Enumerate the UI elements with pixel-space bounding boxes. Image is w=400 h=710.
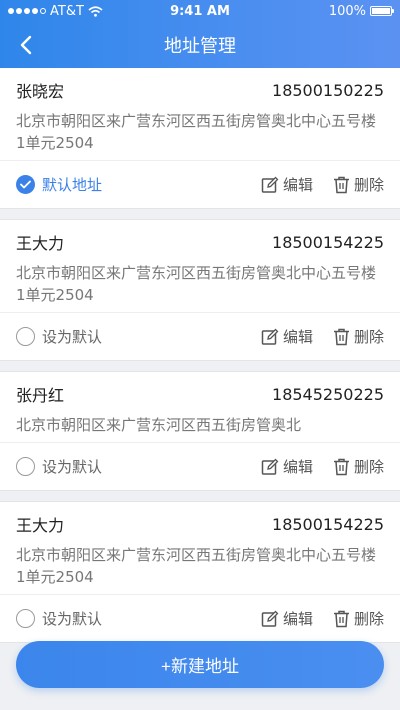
edit-label: 编辑: [282, 610, 313, 628]
delete-label: 删除: [353, 328, 384, 346]
address-text: 北京市朝阳区来广营东河区西五街房管奥北中心五号楼1单元2504: [16, 264, 377, 304]
delete-label: 删除: [353, 458, 384, 476]
contact-phone: 18500150225: [272, 80, 384, 100]
set-default-toggle[interactable]: 设为默认: [16, 326, 102, 347]
address-card: 王大力 18500154225 北京市朝阳区来广营东河区西五街房管奥北中心五号楼…: [0, 501, 400, 643]
address-text: 北京市朝阳区来广营东河区西五街房管奥北中心五号楼1单元2504: [16, 546, 377, 586]
default-label: 设为默认: [42, 458, 103, 476]
address-card: 王大力 18500154225 北京市朝阳区来广营东河区西五街房管奥北中心五号楼…: [0, 219, 400, 361]
radio-circle-icon: [16, 609, 35, 628]
address-card: 张晓宏 18500150225 北京市朝阳区来广营东河区西五街房管奥北中心五号楼…: [0, 68, 400, 209]
edit-icon: [261, 176, 279, 193]
edit-icon: [261, 458, 279, 475]
address-info[interactable]: 王大力 18500154225 北京市朝阳区来广营东河区西五街房管奥北中心五号楼…: [0, 502, 400, 594]
trash-icon: [333, 328, 349, 345]
nav-bar: 地址管理: [0, 22, 400, 68]
add-address-button[interactable]: +新建地址: [16, 641, 384, 688]
default-label: 设为默认: [42, 328, 103, 346]
edit-label: 编辑: [282, 458, 313, 476]
carrier-label: AT&T: [50, 3, 84, 19]
edit-icon: [261, 610, 279, 627]
wifi-icon: [88, 5, 103, 17]
contact-name: 张丹红: [16, 386, 65, 405]
address-info[interactable]: 张晓宏 18500150225 北京市朝阳区来广营东河区西五街房管奥北中心五号楼…: [0, 68, 400, 160]
edit-label: 编辑: [282, 328, 313, 346]
edit-icon: [261, 328, 279, 345]
edit-label: 编辑: [282, 176, 313, 194]
trash-icon: [333, 176, 349, 193]
header: AT&T 9:41 AM 100% 地址管理: [0, 0, 400, 68]
address-card: 张丹红 18545250225 北京市朝阳区来广营东河区西五街房管奥北 设为默认…: [0, 371, 400, 491]
status-left: AT&T: [8, 4, 103, 19]
contact-phone: 18545250225: [272, 384, 384, 404]
checkmark-circle-icon: [16, 175, 35, 194]
trash-icon: [333, 610, 349, 627]
edit-button[interactable]: 编辑: [261, 174, 313, 195]
default-address-toggle[interactable]: 默认地址: [16, 174, 102, 195]
address-text: 北京市朝阳区来广营东河区西五街房管奥北中心五号楼1单元2504: [16, 112, 377, 152]
delete-label: 删除: [353, 176, 384, 194]
contact-name: 王大力: [16, 234, 65, 253]
default-label: 默认地址: [42, 176, 103, 194]
status-right: 100%: [328, 3, 394, 19]
edit-button[interactable]: 编辑: [261, 456, 313, 477]
page-title: 地址管理: [164, 36, 236, 57]
default-label: 设为默认: [42, 610, 103, 628]
delete-button[interactable]: 删除: [333, 456, 384, 477]
set-default-toggle[interactable]: 设为默认: [16, 456, 102, 477]
contact-phone: 18500154225: [272, 514, 384, 534]
delete-button[interactable]: 删除: [333, 608, 384, 629]
back-button[interactable]: [12, 31, 40, 59]
edit-button[interactable]: 编辑: [261, 608, 313, 629]
address-list: 张晓宏 18500150225 北京市朝阳区来广营东河区西五街房管奥北中心五号楼…: [0, 68, 400, 653]
trash-icon: [333, 458, 349, 475]
address-info[interactable]: 张丹红 18545250225 北京市朝阳区来广营东河区西五街房管奥北: [0, 372, 400, 442]
radio-circle-icon: [16, 327, 35, 346]
set-default-toggle[interactable]: 设为默认: [16, 608, 102, 629]
signal-icon: [8, 8, 46, 14]
status-bar: AT&T 9:41 AM 100%: [0, 0, 400, 22]
chevron-left-icon: [20, 35, 32, 55]
address-text: 北京市朝阳区来广营东河区西五街房管奥北: [16, 416, 302, 434]
delete-button[interactable]: 删除: [333, 174, 384, 195]
delete-label: 删除: [353, 610, 384, 628]
radio-circle-icon: [16, 457, 35, 476]
address-info[interactable]: 王大力 18500154225 北京市朝阳区来广营东河区西五街房管奥北中心五号楼…: [0, 220, 400, 312]
contact-phone: 18500154225: [272, 232, 384, 252]
battery-icon: [370, 6, 394, 16]
contact-name: 张晓宏: [16, 82, 65, 101]
contact-name: 王大力: [16, 516, 65, 535]
battery-percent: 100%: [328, 3, 366, 19]
edit-button[interactable]: 编辑: [261, 326, 313, 347]
delete-button[interactable]: 删除: [333, 326, 384, 347]
